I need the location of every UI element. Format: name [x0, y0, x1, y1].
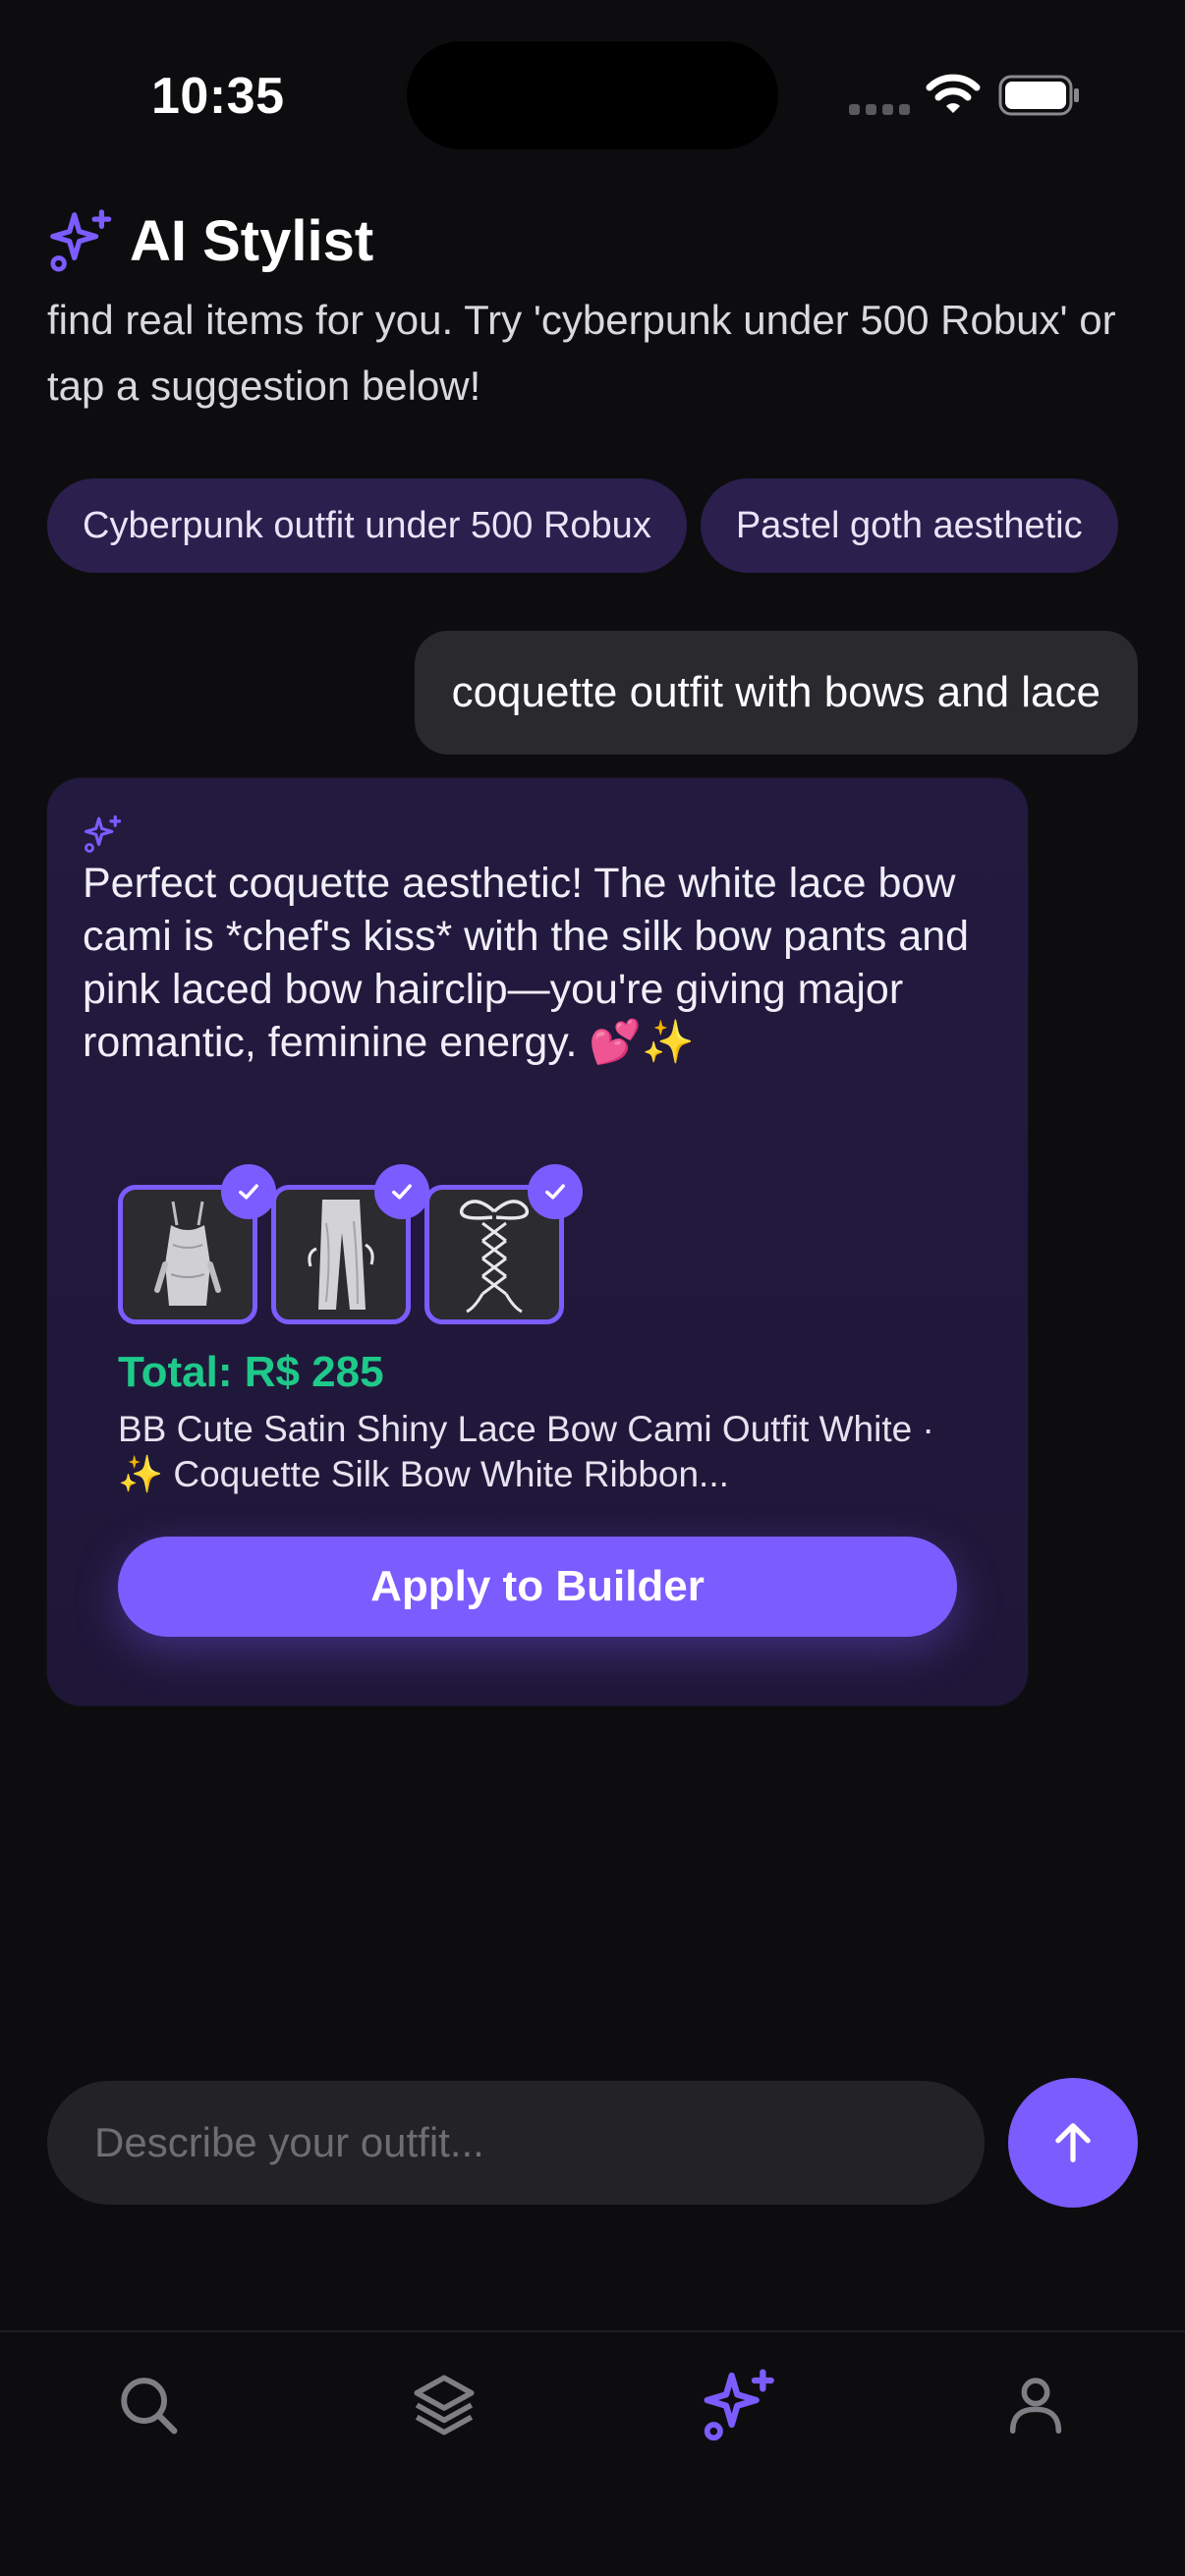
page-title: AI Stylist: [130, 208, 374, 273]
send-button[interactable]: [1008, 2078, 1138, 2208]
outfit-item-thumbnail[interactable]: [271, 1164, 429, 1324]
cami-outfit-thumbnail: [154, 1201, 221, 1306]
suggestion-chip[interactable]: Cyberpunk outfit under 500 Robux: [47, 478, 687, 573]
assistant-intro-text: find real items for you. Try 'cyberpunk …: [47, 297, 1116, 409]
dynamic-island: [407, 41, 778, 149]
tab-layers[interactable]: [395, 2356, 493, 2454]
sparkles-icon: [50, 209, 112, 272]
layers-icon: [414, 2375, 475, 2436]
user-message-bubble: coquette outfit with bows and lace: [414, 631, 1138, 755]
outfit-item-thumbnail[interactable]: [424, 1164, 583, 1324]
outfit-total-price: Total: R$ 285: [118, 1348, 384, 1396]
suggestion-chips: Cyberpunk outfit under 500 Robux Pastel …: [47, 478, 1138, 573]
tab-ai-stylist[interactable]: [691, 2356, 789, 2454]
outfit-item-thumbnail[interactable]: [118, 1164, 276, 1324]
wifi-icon: [926, 74, 981, 113]
status-time: 10:35: [151, 68, 285, 125]
page-header: AI Stylist: [47, 206, 373, 275]
outfit-prompt-field[interactable]: [47, 2081, 985, 2205]
outfit-items: [118, 1164, 583, 1324]
battery-icon: [998, 75, 1079, 116]
tab-profile[interactable]: [987, 2356, 1085, 2454]
silk-pants-thumbnail: [308, 1200, 374, 1310]
sparkles-icon: [84, 814, 122, 853]
selected-check-icon: [528, 1164, 583, 1219]
ai-response-text: Perfect coquette aesthetic! The white la…: [83, 860, 970, 1066]
outfit-prompt-input[interactable]: [94, 2119, 939, 2166]
cellular-signal-icon: [849, 104, 910, 115]
tab-search[interactable]: [99, 2356, 198, 2454]
search-icon: [121, 2378, 178, 2435]
outfit-items-summary: BB Cute Satin Shiny Lace Bow Cami Outfit…: [118, 1409, 934, 1494]
suggestion-chip[interactable]: Pastel goth aesthetic: [700, 478, 1118, 573]
assistant-intro-message: find real items for you. Try 'cyberpunk …: [47, 291, 1138, 438]
selected-check-icon: [374, 1164, 429, 1219]
ai-stylist-screen: 10:35 AI Stylist find real items for you…: [0, 0, 1185, 2576]
laced-bow-hairclip-thumbnail: [459, 1200, 530, 1314]
arrow-up-icon: [1055, 2123, 1091, 2162]
profile-icon: [1009, 2378, 1062, 2435]
apply-to-builder-button[interactable]: Apply to Builder: [118, 1537, 957, 1637]
sparkles-icon: [704, 2369, 774, 2441]
selected-check-icon: [221, 1164, 276, 1219]
